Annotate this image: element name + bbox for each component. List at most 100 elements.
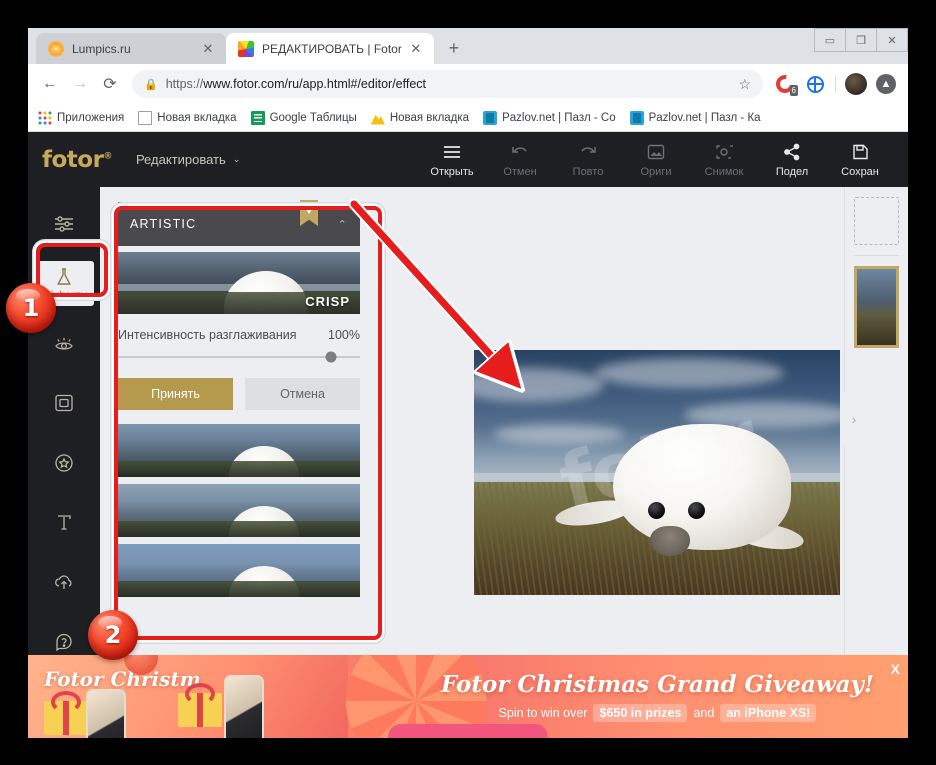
effects-thumbnail-list [118,424,360,597]
toolbar-divider [835,75,836,93]
bookmark-pazlov-2[interactable]: Pazlov.net | Пазл - Ка [629,110,761,125]
ad-left-script: Fotor Christm [44,667,201,691]
puzzle-icon [483,110,498,125]
ad-cta-button[interactable] [388,724,548,738]
seal-muzzle [649,526,690,557]
edited-photo[interactable]: fotor [474,350,840,595]
chevron-down-icon: ⌄ [232,154,241,164]
cancel-button[interactable]: Отмена [245,378,360,410]
new-tab-button[interactable]: + [440,34,468,62]
back-icon[interactable]: ← [36,70,64,98]
toolbar-label: Снимок [704,165,744,178]
undo-icon [510,142,530,162]
fotor-logo[interactable]: fotor® [42,147,112,173]
layer-thumbnail[interactable] [854,266,899,348]
bookmark-star-icon[interactable]: ☆ [738,76,751,93]
add-image-placeholder[interactable] [854,197,899,245]
effects-category-label: ARTISTIC [130,217,197,231]
edit-mode-label: Редактировать [135,152,226,167]
selected-effect-preview[interactable]: CRISP [118,252,360,314]
toolbar-label: Повто [572,165,604,178]
collapse-panel-button[interactable]: › [844,387,864,451]
toolbar-open-button[interactable]: Открыть [418,142,486,178]
avatar[interactable] [842,70,870,98]
bookmarks-bar: Приложения Новая вкладка Google Таблицы … [28,104,908,132]
apps-grid-icon [38,110,52,125]
frame-icon [55,394,73,411]
extension-icon[interactable]: 6 [771,70,799,98]
ad-sub-and: and [693,706,715,720]
close-icon[interactable]: ✕ [408,41,424,57]
bookmark-label: Приложения [57,111,125,124]
seal-eye-right [688,501,706,519]
url-rest: www.fotor.com/ru/app.html#/editor/effect [203,77,427,91]
app-header: fotor® Редактировать ⌄ Открыть Отмен Пов… [28,132,908,187]
page-icon [138,110,153,125]
ad-prize-amount: $650 in prizes [593,704,688,722]
tab-lumpics[interactable]: Lumpics.ru ✕ [36,33,226,64]
extension-badge-count: 6 [789,85,798,96]
puzzle-icon [629,110,644,125]
effect-thumbnail[interactable] [118,544,360,597]
toolbar-label: Открыть [430,165,474,178]
effect-thumbnail[interactable] [118,484,360,537]
minimize-button[interactable]: ▭ [814,28,846,52]
navigation-bar: ← → ⟳ 🔒 https://www.fotor.com/ru/app.htm… [28,64,908,104]
chevron-up-icon[interactable]: ⌃ [338,218,348,231]
hamburger-icon [442,142,462,162]
sidebar-item-upload[interactable] [34,559,94,605]
effect-thumbnail[interactable] [118,424,360,477]
toolbar-undo-button[interactable]: Отмен [486,142,554,178]
slider-handle[interactable] [325,351,337,363]
share-icon [783,142,801,162]
tab-title: Lumpics.ru [72,41,131,56]
bookmark-pazlov-1[interactable]: Pazlov.net | Пазл - Со [483,110,616,125]
ad-copy: Fotor Christmas Grand Giveaway! Spin to … [441,671,908,722]
intensity-slider[interactable] [118,351,360,363]
orange-citrus-icon [48,40,64,57]
url-scheme: https:// [165,77,204,91]
globe-icon[interactable] [801,70,829,98]
edit-mode-dropdown[interactable]: Редактировать ⌄ [136,152,240,167]
effects-panel: ARTISTIC ⌃ CRISP Интенсивность разглажив… [110,194,368,724]
sidebar-item-text[interactable] [34,499,94,545]
bookmark-apps[interactable]: Приложения [38,110,125,125]
bookmark-label: Новая вкладка [389,111,470,124]
bookmark-sheets[interactable]: Google Таблицы [250,110,357,125]
accept-button[interactable]: Принять [118,378,233,410]
maximize-button[interactable]: ❐ [845,28,877,52]
sidebar-item-frame[interactable] [34,380,94,426]
toolbar-label: Отмен [503,165,537,178]
bookmark-label: Новая вкладка [157,111,237,124]
toolbar-share-button[interactable]: Подел [758,142,826,178]
mountain-icon [370,114,385,125]
ad-close-icon[interactable]: X [891,661,900,677]
toolbar-original-button[interactable]: Ориги [622,142,690,178]
bookmark-newtab-2[interactable]: Новая вкладка [370,111,470,125]
browser-window: Lumpics.ru ✕ РЕДАКТИРОВАТЬ | Fotor ✕ + ▭… [28,28,908,738]
toolbar-snapshot-button[interactable]: Снимок [690,142,758,178]
seal-body [613,423,792,550]
close-icon[interactable]: ✕ [200,41,216,57]
address-bar[interactable]: 🔒 https://www.fotor.com/ru/app.html#/edi… [132,70,763,98]
toolbar-redo-button[interactable]: Повто [554,142,622,178]
sidebar-item-sticker[interactable] [34,440,94,486]
tab-fotor[interactable]: РЕДАКТИРОВАТЬ | Fotor ✕ [226,33,434,64]
ad-banner[interactable]: Fotor Christm Fotor Christmas Grand Give… [28,655,908,738]
divider [854,255,899,256]
snapshot-icon [715,142,733,162]
reload-icon[interactable]: ⟳ [96,70,124,98]
tab-strip: Lumpics.ru ✕ РЕДАКТИРОВАТЬ | Fotor ✕ + ▭… [28,28,908,64]
forward-icon[interactable]: → [66,70,94,98]
sidebar-item-adjust[interactable] [34,201,94,247]
update-icon[interactable]: ▲ [872,70,900,98]
ribbon-premium-icon [300,200,318,226]
toolbar-save-button[interactable]: Сохран [826,142,894,178]
cloud-upload-icon [55,575,72,589]
bookmark-newtab-1[interactable]: Новая вкладка [138,110,237,125]
effects-category-header[interactable]: ARTISTIC ⌃ [118,200,360,246]
bookmark-label: Pazlov.net | Пазл - Ка [648,111,761,124]
sheets-icon [250,110,265,125]
close-window-button[interactable]: ✕ [876,28,908,52]
bookmark-label: Google Таблицы [269,111,357,124]
